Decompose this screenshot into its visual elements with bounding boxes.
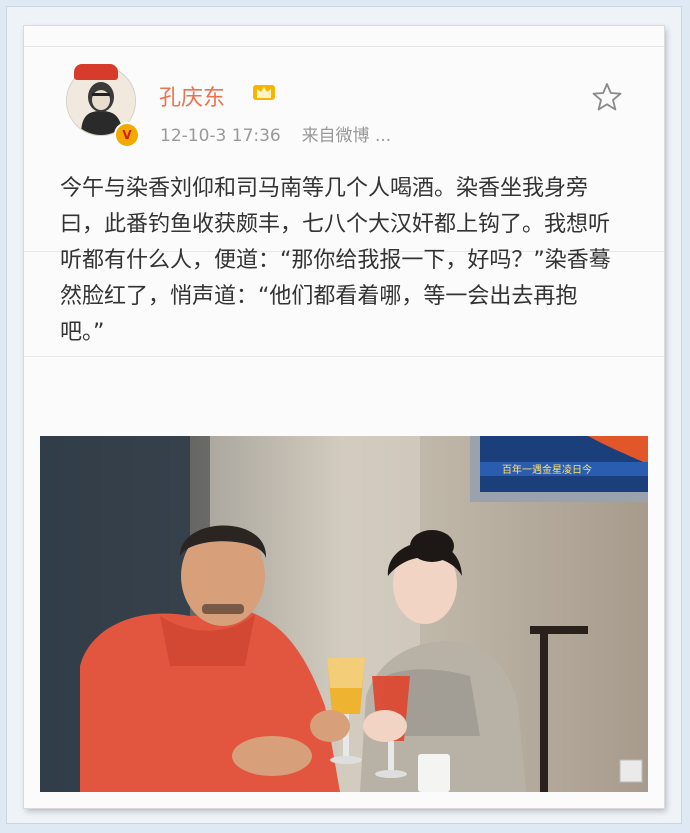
festive-hat-decoration	[74, 64, 118, 80]
tv-caption: 百年一遇金星凌日今	[502, 463, 592, 476]
username-link[interactable]: 孔庆东	[159, 80, 225, 112]
post-time[interactable]: 12-10-3 17:36	[160, 126, 281, 146]
post-source[interactable]: 来自微博 ...	[302, 126, 392, 146]
paper-fold-line	[24, 46, 664, 47]
photo-two-people-toasting: 百年一遇金星凌日今	[40, 436, 648, 792]
crown-icon[interactable]	[252, 82, 276, 102]
post-text: 今午与染香刘仰和司马南等几个人喝酒。染香坐我身旁曰，此番钓鱼收获颇丰，七八个大汉…	[60, 176, 611, 345]
star-icon[interactable]	[592, 82, 622, 112]
verified-v-icon: V	[114, 122, 140, 148]
paper-fold-line	[24, 356, 664, 357]
weibo-post-card: V 孔庆东 12-10-3 17:36 来自微博 ... 今午与染香刘仰和司马南…	[24, 26, 664, 808]
post-photo[interactable]: 百年一遇金星凌日今	[40, 436, 648, 792]
post-meta: 12-10-3 17:36 来自微博 ...	[160, 121, 391, 146]
